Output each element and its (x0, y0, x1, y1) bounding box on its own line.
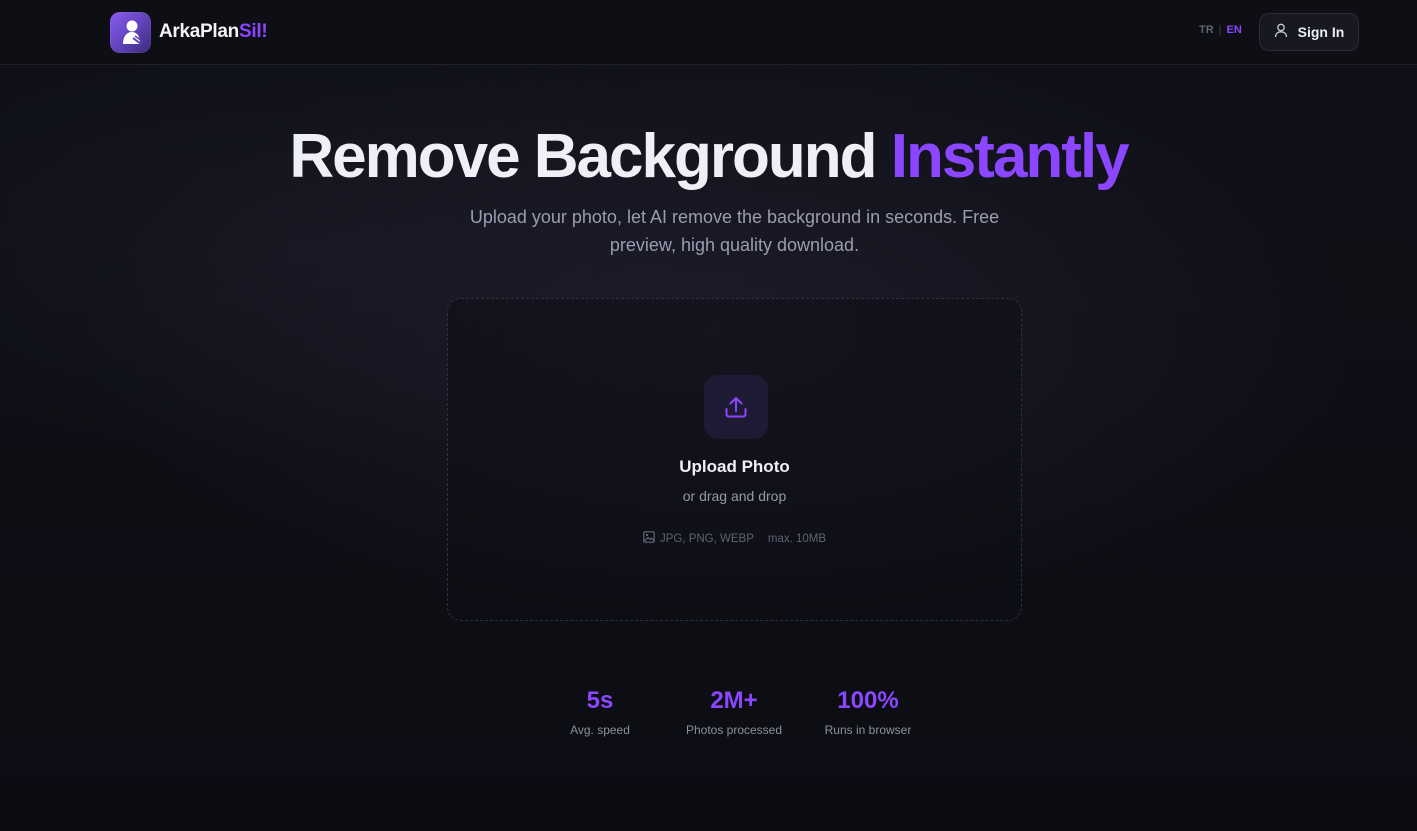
upload-constraints: JPG, PNG, WEBP max. 10MB (448, 531, 1021, 546)
stat-label: Avg. speed (570, 723, 630, 737)
brand-name: ArkaPlanSil! (159, 21, 268, 43)
upload-subtitle: or drag and drop (682, 488, 787, 504)
brand-name-part2: Sil! (238, 21, 268, 42)
lang-separator: | (1218, 24, 1222, 36)
stat-value: 100% (837, 687, 899, 714)
brand-name-part1: ArkaPlan (159, 21, 239, 42)
brand-logo[interactable]: ArkaPlanSil! (110, 11, 268, 53)
hero-title: Remove Background Instantly (0, 121, 1417, 193)
image-icon (643, 531, 655, 546)
language-switcher: TR | EN (1199, 24, 1242, 36)
user-icon (1274, 23, 1288, 41)
hero-subtitle: Upload your photo, let AI remove the bac… (469, 207, 1000, 255)
stat-browser: 100% Runs in browser (798, 686, 938, 737)
stat-label: Runs in browser (824, 723, 912, 737)
stat-speed: 5s Avg. speed (530, 686, 670, 737)
lang-tr-link[interactable]: TR (1199, 24, 1214, 36)
hero-title-accent: Instantly (890, 122, 1130, 191)
max-size-text: max. 10MB (767, 532, 827, 545)
upload-icon (704, 375, 768, 439)
upload-title: Upload Photo (679, 457, 790, 476)
file-formats-text: JPG, PNG, WEBP (659, 532, 754, 545)
sign-in-label: Sign In (1297, 24, 1345, 40)
stat-label: Photos processed (685, 723, 783, 737)
stat-photos: 2M+ Photos processed (664, 686, 804, 737)
upload-dropzone[interactable]: Upload Photo or drag and drop JPG, PNG, … (447, 298, 1022, 621)
file-formats: JPG, PNG, WEBP (643, 531, 754, 546)
stat-value: 2M+ (710, 687, 758, 714)
stat-value: 5s (586, 687, 614, 714)
person-silhouette-icon (110, 11, 151, 53)
hero-title-main: Remove Background (289, 122, 877, 191)
sign-in-button[interactable]: Sign In (1259, 13, 1359, 51)
top-navbar: ArkaPlanSil! TR | EN Sign In (0, 0, 1417, 65)
lang-en-link[interactable]: EN (1227, 24, 1242, 36)
